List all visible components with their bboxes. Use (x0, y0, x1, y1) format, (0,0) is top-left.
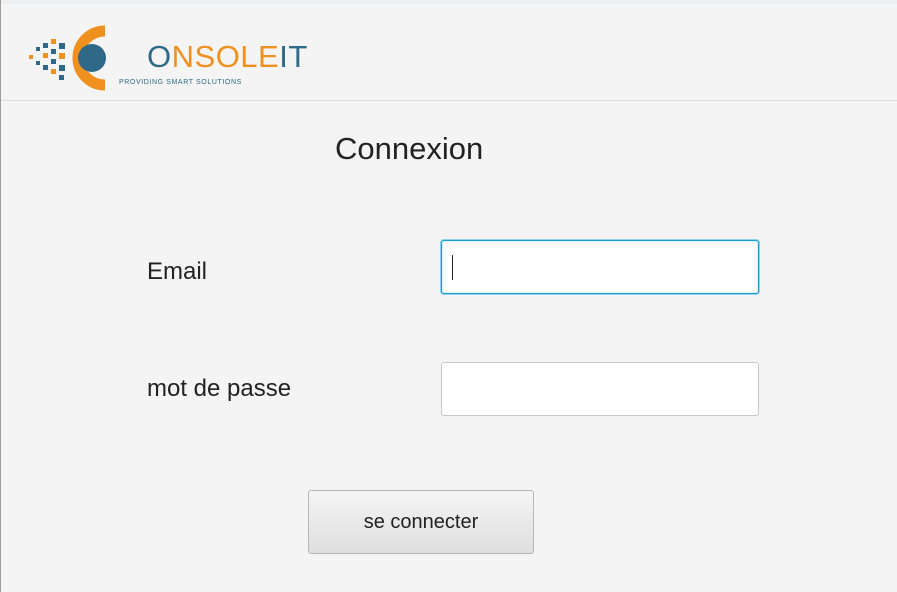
page-title: Connexion (335, 131, 484, 166)
email-label: Email (147, 258, 208, 285)
logo-wordmark-nsole: NSOLE (171, 39, 280, 74)
logo-wordmark-it: IT (279, 39, 308, 74)
login-button[interactable]: se connecter (308, 490, 534, 554)
login-window: ONSOLEIT PROVIDING SMART SOLUTIONS Conne… (0, 0, 897, 592)
password-label: mot de passe (147, 375, 292, 402)
email-field[interactable] (441, 240, 759, 294)
logo-tagline: PROVIDING SMART SOLUTIONS (119, 79, 242, 86)
logo-wordmark-o: O (147, 39, 172, 74)
text-cursor (452, 255, 453, 280)
header-bar: ONSOLEIT PROVIDING SMART SOLUTIONS (1, 4, 897, 101)
consoleit-logo: ONSOLEIT PROVIDING SMART SOLUTIONS (29, 25, 307, 91)
logo-wordmark: ONSOLEIT (147, 41, 308, 72)
password-field[interactable] (441, 362, 759, 416)
